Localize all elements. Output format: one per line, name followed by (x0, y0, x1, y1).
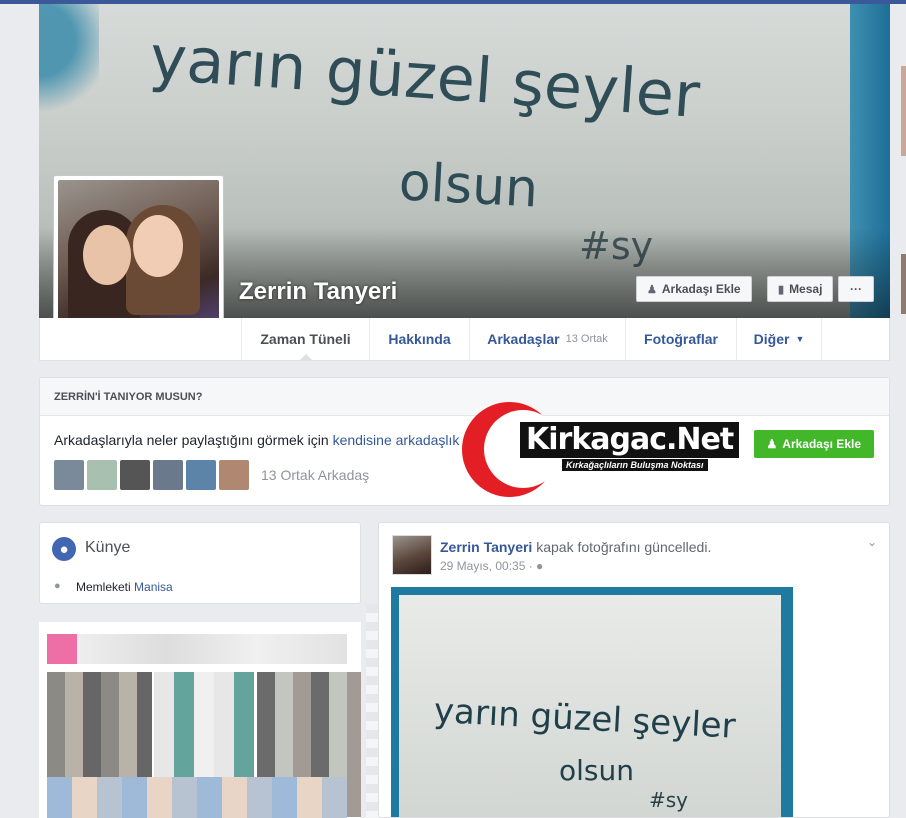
mutual-friend-thumb[interactable] (87, 460, 117, 490)
add-friend-icon: ♟ (647, 283, 657, 296)
tab-label: Arkadaşlar (487, 331, 560, 347)
post-text-line1: yarın güzel şeyler (433, 691, 737, 747)
tab-friends-mutual: 13 Ortak (565, 333, 608, 345)
intro-title: Künye (85, 539, 131, 556)
post-photo-wall: yarın güzel şeyler olsun #sy (399, 595, 781, 817)
tab-label: Fotoğraflar (644, 331, 718, 347)
tab-friends[interactable]: Arkadaşlar 13 Ortak (469, 318, 625, 360)
post-timestamp[interactable]: 29 Mayıs, 00:35 · ● (440, 559, 543, 573)
post-action-text: kapak fotoğrafını güncelledi. (536, 539, 712, 555)
tab-label: Zaman Tüneli (260, 331, 351, 347)
watermark-tagline: Kırkağaçlıların Buluşma Noktası (562, 459, 708, 471)
post-author-link[interactable]: Zerrin Tanyeri (440, 539, 532, 555)
post-author-avatar[interactable] (392, 535, 432, 575)
sidebar-thumb[interactable] (901, 254, 906, 314)
message-button[interactable]: ▮ Mesaj (767, 276, 834, 302)
watermark-title: Kirkagac.Net (520, 422, 740, 458)
timeline-post: Zerrin Tanyeri kapak fotoğrafını güncell… (378, 522, 890, 818)
tab-label: Diğer (753, 331, 790, 347)
tab-about[interactable]: Hakkında (369, 318, 469, 360)
post-photo-handwriting: yarın güzel şeyler olsun #sy (433, 691, 737, 812)
profile-tabs: Zaman Tüneli Hakkında Arkadaşlar 13 Orta… (39, 318, 890, 361)
more-label: ··· (850, 282, 862, 296)
hometown-label: Memleketi (76, 580, 131, 594)
blurred-photos-box (39, 622, 361, 818)
intro-box: ● Künye ● Memleketi Manisa (39, 522, 361, 604)
hometown-link[interactable]: Manisa (134, 580, 173, 594)
tab-photos[interactable]: Fotoğraflar (625, 318, 736, 360)
add-friend-label: Arkadaşı Ekle (661, 282, 741, 296)
tab-timeline[interactable]: Zaman Tüneli (241, 318, 369, 361)
message-icon: ▮ (778, 283, 785, 296)
cover-text-line1: yarın güzel şeyler (148, 21, 703, 132)
cover-text-line2: olsun (397, 152, 539, 219)
mutual-friend-thumb[interactable] (120, 460, 150, 490)
know-box-line: Arkadaşlarıyla neler paylaştığını görmek… (54, 432, 329, 448)
right-sidebar-edge (895, 4, 906, 818)
hometown-row: Memleketi Manisa (76, 580, 173, 594)
location-pin-icon: ● (54, 580, 61, 592)
post-text-tag: #sy (649, 788, 688, 812)
mutual-friend-thumb[interactable] (186, 460, 216, 490)
tab-label: Hakkında (388, 331, 451, 347)
more-options-button[interactable]: ··· (838, 276, 874, 302)
watermark-logo: Kirkagac.Net Kırkağaçlıların Buluşma Nok… (462, 402, 740, 497)
add-friend-green-button[interactable]: ♟ Arkadaşı Ekle (753, 430, 874, 458)
globe-icon: ● (52, 537, 76, 561)
profile-photo (58, 180, 219, 340)
profile-name[interactable]: Zerrin Tanyeri (239, 278, 397, 306)
tab-more[interactable]: Diğer ▼ (736, 318, 822, 360)
globe-icon: ● (536, 559, 544, 573)
post-text-line2: olsun (559, 754, 634, 787)
add-friend-button[interactable]: ♟ Arkadaşı Ekle (636, 276, 752, 302)
post-options-chevron-icon[interactable]: ⌄ (867, 535, 877, 549)
add-friend-icon: ♟ (766, 437, 778, 451)
message-label: Mesaj (789, 282, 823, 296)
post-time-text: 29 Mayıs, 00:35 · (440, 559, 537, 573)
mutual-friends-count[interactable]: 13 Ortak Arkadaş (261, 467, 369, 483)
mutual-friend-thumb[interactable] (54, 460, 84, 490)
post-header: Zerrin Tanyeri kapak fotoğrafını güncell… (440, 539, 711, 555)
sidebar-thumb[interactable] (901, 66, 906, 156)
add-friend-green-label: Arkadaşı Ekle (782, 437, 861, 451)
dropdown-arrow-icon: ▼ (795, 334, 805, 344)
mutual-friend-thumb[interactable] (153, 460, 183, 490)
mutual-friend-thumb[interactable] (219, 460, 249, 490)
mutual-friends-row: 13 Ortak Arkadaş (54, 460, 369, 490)
know-box-text: Arkadaşlarıyla neler paylaştığını görmek… (54, 432, 515, 448)
post-photo[interactable]: yarın güzel şeyler olsun #sy (391, 587, 793, 817)
